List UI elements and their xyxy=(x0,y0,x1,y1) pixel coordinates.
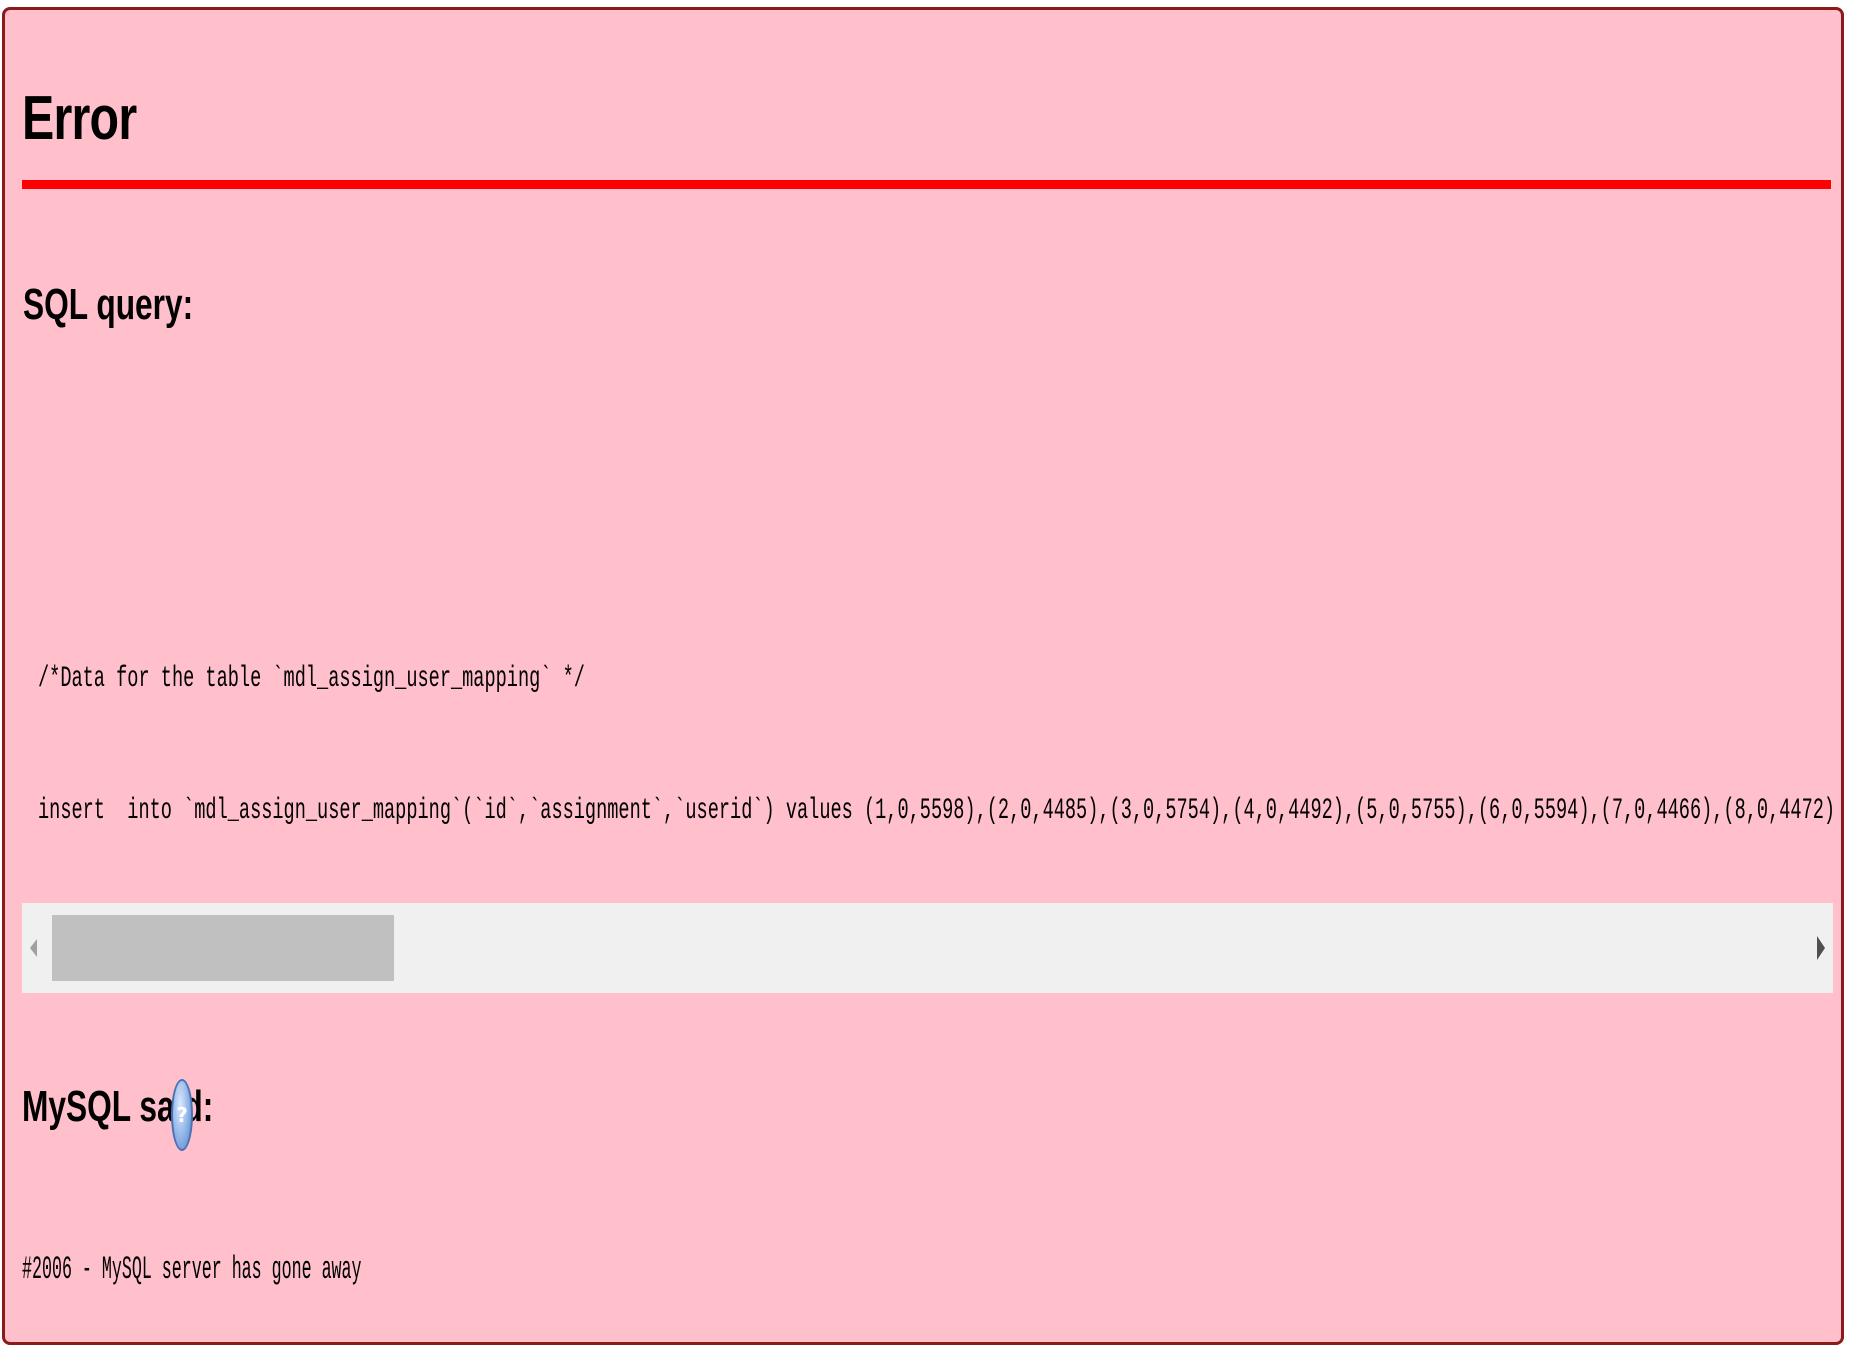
mysql-error-message: #2006 - MySQL server has gone away xyxy=(22,1251,362,1288)
error-panel: Error SQL query: /*Data for the table `m… xyxy=(2,7,1844,1345)
question-mark-icon[interactable]: ? xyxy=(171,1079,193,1151)
scroll-right-arrow-icon[interactable] xyxy=(1817,936,1825,960)
sql-insert-line: insert into `mdl_assign_user_mapping`(`i… xyxy=(38,794,1833,828)
scroll-left-arrow-icon[interactable] xyxy=(30,939,37,957)
horizontal-scrollbar[interactable] xyxy=(22,903,1833,993)
error-title: Error xyxy=(22,84,137,153)
sql-code-block: /*Data for the table `mdl_assign_user_ma… xyxy=(22,650,1833,850)
sql-query-heading: SQL query: xyxy=(23,280,194,329)
title-divider xyxy=(22,180,1831,189)
scrollbar-thumb[interactable] xyxy=(52,915,394,981)
sql-comment-line: /*Data for the table `mdl_assign_user_ma… xyxy=(38,662,585,696)
